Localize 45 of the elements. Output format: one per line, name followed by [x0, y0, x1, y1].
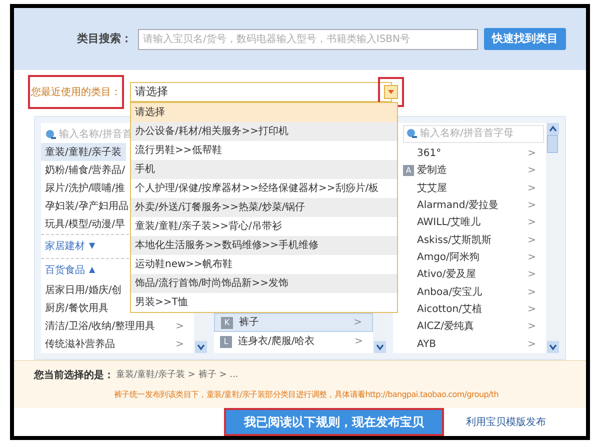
scroll-up-icon[interactable]: [546, 123, 558, 135]
dropdown-option[interactable]: 本地化生活服务>>数码维修>>手机维修: [131, 236, 397, 255]
dropdown-option[interactable]: 饰品/流行首饰/时尚饰品新>>发饰: [131, 274, 397, 293]
scrollbar[interactable]: [546, 123, 559, 353]
dropdown-option[interactable]: 请选择: [131, 103, 397, 122]
toggle-icon: ▼: [89, 240, 96, 252]
letter-badge: L: [220, 336, 232, 348]
subcategory-item[interactable]: K 裤子 >: [214, 313, 373, 332]
category-group[interactable]: 百货食品 ▲: [41, 262, 100, 278]
letter-badge: A: [403, 165, 414, 176]
arrow-icon: >: [176, 318, 190, 334]
category-item[interactable]: 清洁/卫浴/收纳/整理用具 >: [41, 317, 194, 335]
search-icon: [406, 128, 417, 140]
toggle-icon: ▲: [89, 264, 96, 276]
category-item[interactable]: 童装/童鞋/亲子装: [41, 143, 126, 161]
category-item[interactable]: 孕妇装/孕产妇用品: [41, 197, 132, 215]
scroll-down-icon[interactable]: [374, 341, 386, 353]
brand-item[interactable]: AYB >: [393, 336, 546, 353]
category-group[interactable]: 家居建材 ▼: [41, 238, 100, 254]
search-label: 类目搜索：: [76, 30, 132, 47]
letter-badge: K: [221, 316, 233, 328]
notice-text: 裤子统一发布到该类目下，童装/童鞋/亲子装部分类目进行调整，具体请看http://bangpai.taobao.com/group/th: [113, 389, 500, 401]
category-item[interactable]: 厨房/餐饮用具: [41, 299, 112, 317]
subcategory-item[interactable]: L 连身衣/爬服/哈衣 >: [214, 332, 373, 351]
recent-select[interactable]: 请选择: [130, 82, 392, 102]
category-item[interactable]: 居家日用/婚庆/创: [41, 281, 126, 299]
recent-label: 您最近使用的类目：: [28, 75, 124, 109]
dropdown-option[interactable]: 办公设备/耗材/相关服务>>打印机: [131, 122, 397, 141]
selection-path: 童装/童鞋/亲子装 > 裤子 > ...: [116, 368, 238, 382]
scroll-down-icon[interactable]: [546, 341, 558, 353]
brand-item[interactable]: AICZ/爱纯真 >: [393, 318, 546, 336]
template-publish-link[interactable]: 利用宝贝模版发布: [466, 414, 546, 430]
scroll-down-icon[interactable]: [194, 341, 206, 353]
dropdown-option[interactable]: 外卖/外送/订餐服务>>热菜/炒菜/锅仔: [131, 198, 397, 217]
dropdown-option[interactable]: 手机: [131, 160, 397, 179]
search-icon: [45, 128, 56, 140]
category-item[interactable]: 玩具/模型/动漫/早: [41, 215, 130, 233]
arrow-icon: >: [176, 336, 190, 352]
category-item[interactable]: 尿片/洗护/喂哺/推: [41, 179, 130, 197]
search-field[interactable]: 请输入宝贝名/货号，数码电器输入型号，书籍类输入ISBN号: [138, 28, 478, 50]
caret-icon: [384, 85, 398, 99]
category-item[interactable]: 奶粉/辅食/营养品/: [41, 161, 130, 179]
selection-label: 您当前选择的是：: [34, 368, 114, 383]
category-item[interactable]: 传统滋补营养品 >: [41, 335, 194, 353]
scroll-thumb[interactable]: [547, 135, 558, 153]
